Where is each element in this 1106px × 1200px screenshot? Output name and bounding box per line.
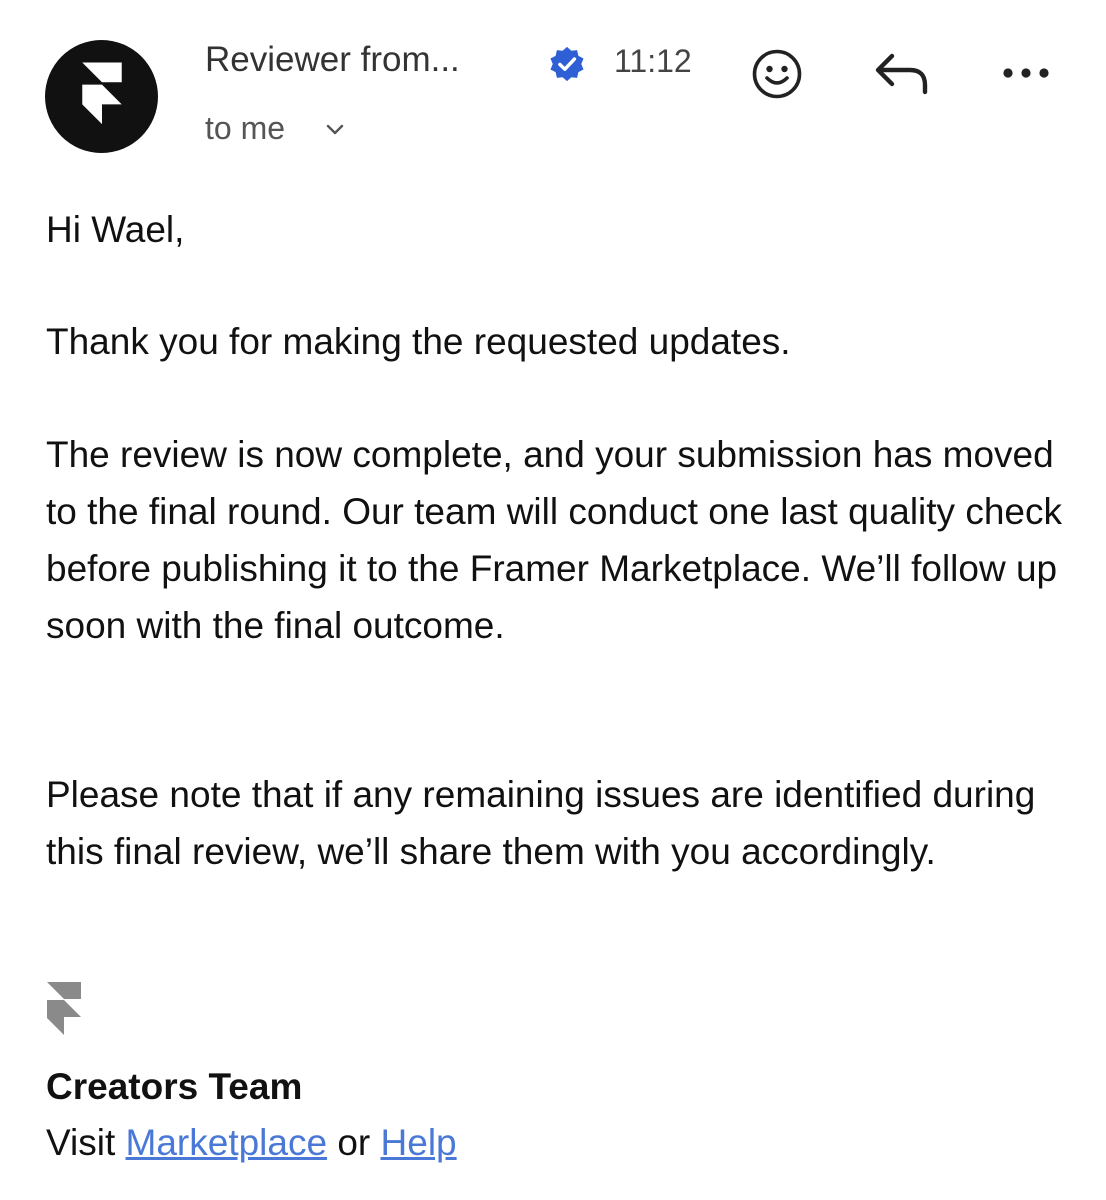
more-options-button[interactable] bbox=[996, 58, 1056, 88]
sender-avatar[interactable] bbox=[45, 40, 158, 153]
message-paragraph: The review is now complete, and your sub… bbox=[46, 434, 1062, 646]
message-greeting: Hi Wael, bbox=[46, 209, 185, 250]
emoji-reaction-button[interactable] bbox=[750, 47, 804, 101]
help-link[interactable]: Help bbox=[381, 1122, 457, 1163]
chevron-down-icon[interactable] bbox=[322, 116, 348, 142]
sender-name[interactable]: Reviewer from... bbox=[205, 40, 505, 80]
framer-logo-icon bbox=[81, 61, 122, 124]
or-label: or bbox=[337, 1122, 371, 1163]
more-options-icon bbox=[1003, 68, 1049, 78]
visit-label: Visit bbox=[46, 1122, 116, 1163]
signature-links: Visit Marketplace or Help bbox=[46, 1122, 457, 1164]
emoji-reaction-icon bbox=[752, 49, 802, 99]
email-view: Reviewer from... 11:12 to me Hi Wael, Th… bbox=[0, 0, 1106, 1200]
message-paragraph: Thank you for making the requested updat… bbox=[46, 321, 791, 362]
signature-team-name: Creators Team bbox=[46, 1066, 303, 1107]
recipient-label[interactable]: to me bbox=[205, 110, 285, 147]
verified-badge-icon bbox=[550, 46, 584, 82]
message-paragraph: Please note that if any remaining issues… bbox=[46, 774, 1036, 872]
marketplace-link[interactable]: Marketplace bbox=[126, 1122, 328, 1163]
framer-logo-icon bbox=[47, 982, 81, 1035]
message-time: 11:12 bbox=[614, 43, 692, 79]
reply-icon bbox=[875, 53, 928, 95]
reply-button[interactable] bbox=[872, 50, 932, 98]
